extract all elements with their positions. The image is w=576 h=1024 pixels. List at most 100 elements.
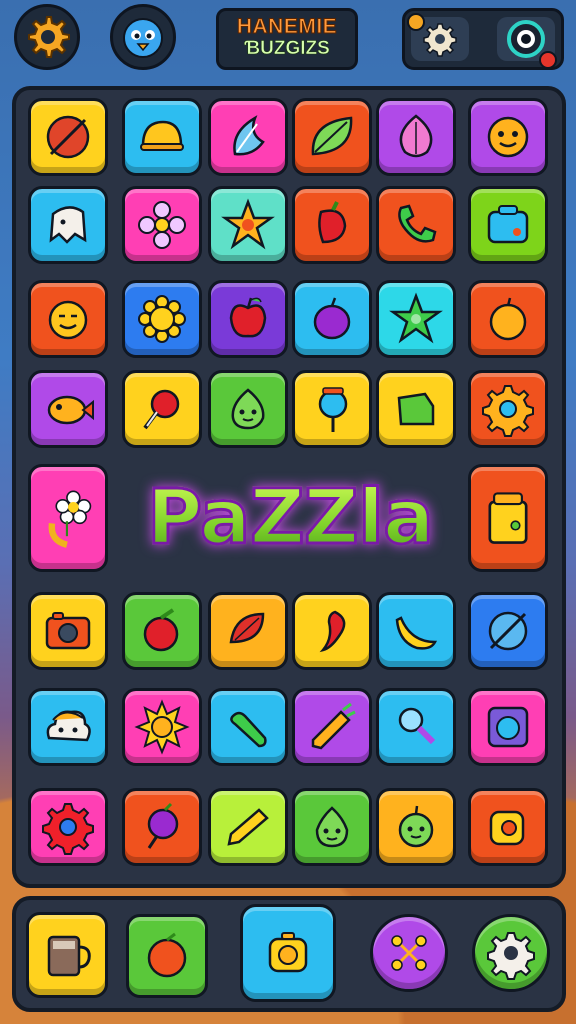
smiley-face-icon (487, 116, 529, 158)
sun-icon (138, 295, 186, 343)
tile-cloud-face[interactable] (28, 688, 108, 766)
link-icon (391, 935, 427, 971)
tile-pin[interactable] (122, 370, 202, 448)
game-banner: PaZZla (124, 456, 456, 576)
plum-icon (313, 297, 351, 340)
cucumber-icon (230, 711, 267, 748)
mug-button[interactable] (26, 912, 108, 998)
tile-ghost[interactable] (28, 186, 108, 264)
carrot-icon (311, 702, 356, 750)
seed-icon (229, 612, 265, 644)
apple-face-icon (398, 805, 434, 848)
ghost-icon (49, 206, 87, 244)
ball-icon (46, 115, 90, 159)
tile-helmet[interactable] (122, 98, 202, 176)
gear-icon (482, 385, 534, 437)
pin-icon (143, 389, 180, 430)
beet-icon (147, 802, 179, 849)
tile-smiley-2[interactable] (28, 280, 108, 358)
tile-jar[interactable] (468, 464, 548, 572)
settings-dock-button[interactable] (472, 914, 550, 992)
camera-icon (45, 612, 91, 650)
cup-icon (489, 810, 525, 846)
avatar-button[interactable] (110, 4, 176, 70)
phone-icon (398, 204, 437, 243)
tile-cup[interactable] (468, 788, 548, 866)
banner-text: PaZZla (145, 470, 435, 562)
game-title: HANEMIE ƁUZGIZS (216, 8, 358, 70)
mug-icon (47, 935, 91, 977)
tile-gear[interactable] (468, 370, 548, 448)
washer-icon (487, 706, 529, 748)
smiley-face-icon (48, 300, 88, 340)
magnifier-icon (398, 707, 436, 745)
tile-feather[interactable] (208, 98, 288, 176)
settings-button[interactable] (14, 4, 80, 70)
flower-icon (138, 201, 186, 249)
tile-beet[interactable] (122, 788, 202, 866)
tile-fish[interactable] (28, 370, 108, 448)
tile-flower[interactable] (122, 186, 202, 264)
banana-icon (395, 616, 438, 650)
lollipop-icon (318, 387, 348, 432)
tile-phone[interactable] (376, 186, 456, 264)
tile-seed[interactable] (208, 592, 288, 670)
tomato-icon (143, 608, 179, 652)
tile-leaf[interactable] (292, 98, 372, 176)
leaf-icon (311, 116, 353, 156)
title-line-2: ƁUZGIZS (244, 38, 330, 60)
orange-button[interactable] (126, 914, 208, 998)
gear-icon (487, 932, 535, 980)
tile-pencil[interactable] (208, 788, 288, 866)
tile-blob-face[interactable] (208, 370, 288, 448)
star-flower-icon (221, 198, 275, 250)
orange-icon (147, 932, 187, 978)
apple-icon (229, 297, 267, 338)
camera-button[interactable] (240, 904, 336, 1002)
bird-icon (123, 18, 163, 58)
tile-cucumber[interactable] (208, 688, 288, 766)
tile-pepper[interactable] (292, 186, 372, 264)
tile-banana[interactable] (376, 592, 456, 670)
top-right-panel (402, 8, 564, 70)
tile-pear-face[interactable] (292, 788, 372, 866)
orange-icon (489, 297, 527, 341)
tile-chili[interactable] (292, 592, 372, 670)
tile-sun-2[interactable] (122, 688, 202, 766)
link-button[interactable] (370, 914, 448, 992)
tile-star-flower[interactable] (208, 186, 288, 264)
tile-flower-2[interactable] (28, 788, 108, 866)
onion-icon (399, 114, 433, 158)
cloud-face-icon (46, 710, 91, 742)
flower-icon (42, 803, 94, 855)
tile-carrot[interactable] (292, 688, 372, 766)
tile-star[interactable] (376, 280, 456, 358)
tile-flower-banana[interactable] (28, 464, 108, 572)
top-bar: HANEMIE ƁUZGIZS (0, 0, 576, 84)
planet-icon (488, 611, 528, 651)
tile-box[interactable] (468, 186, 548, 264)
helmet-icon (140, 120, 184, 151)
tile-orange[interactable] (468, 280, 548, 358)
star-icon (389, 292, 443, 344)
tile-smiley[interactable] (468, 98, 548, 176)
title-line-1: HANEMIE (236, 15, 338, 39)
gear-icon (28, 16, 70, 58)
tile-block[interactable] (376, 370, 456, 448)
gear-icon (423, 23, 457, 57)
pear-face-icon (315, 806, 349, 848)
tile-planet[interactable] (468, 592, 548, 670)
tile-washer[interactable] (468, 688, 548, 766)
tile-apple-face[interactable] (376, 788, 456, 866)
tile-onion[interactable] (376, 98, 456, 176)
tile-lollipop[interactable] (292, 370, 372, 448)
tile-apple[interactable] (208, 280, 288, 358)
tile-magnifier[interactable] (376, 688, 456, 766)
jar-icon (488, 492, 528, 544)
notification-dot (407, 13, 425, 31)
tile-tomato[interactable] (122, 592, 202, 670)
tile-sun[interactable] (122, 280, 202, 358)
tile-plum[interactable] (292, 280, 372, 358)
tile-camera[interactable] (28, 592, 108, 670)
tile-ball[interactable] (28, 98, 108, 176)
